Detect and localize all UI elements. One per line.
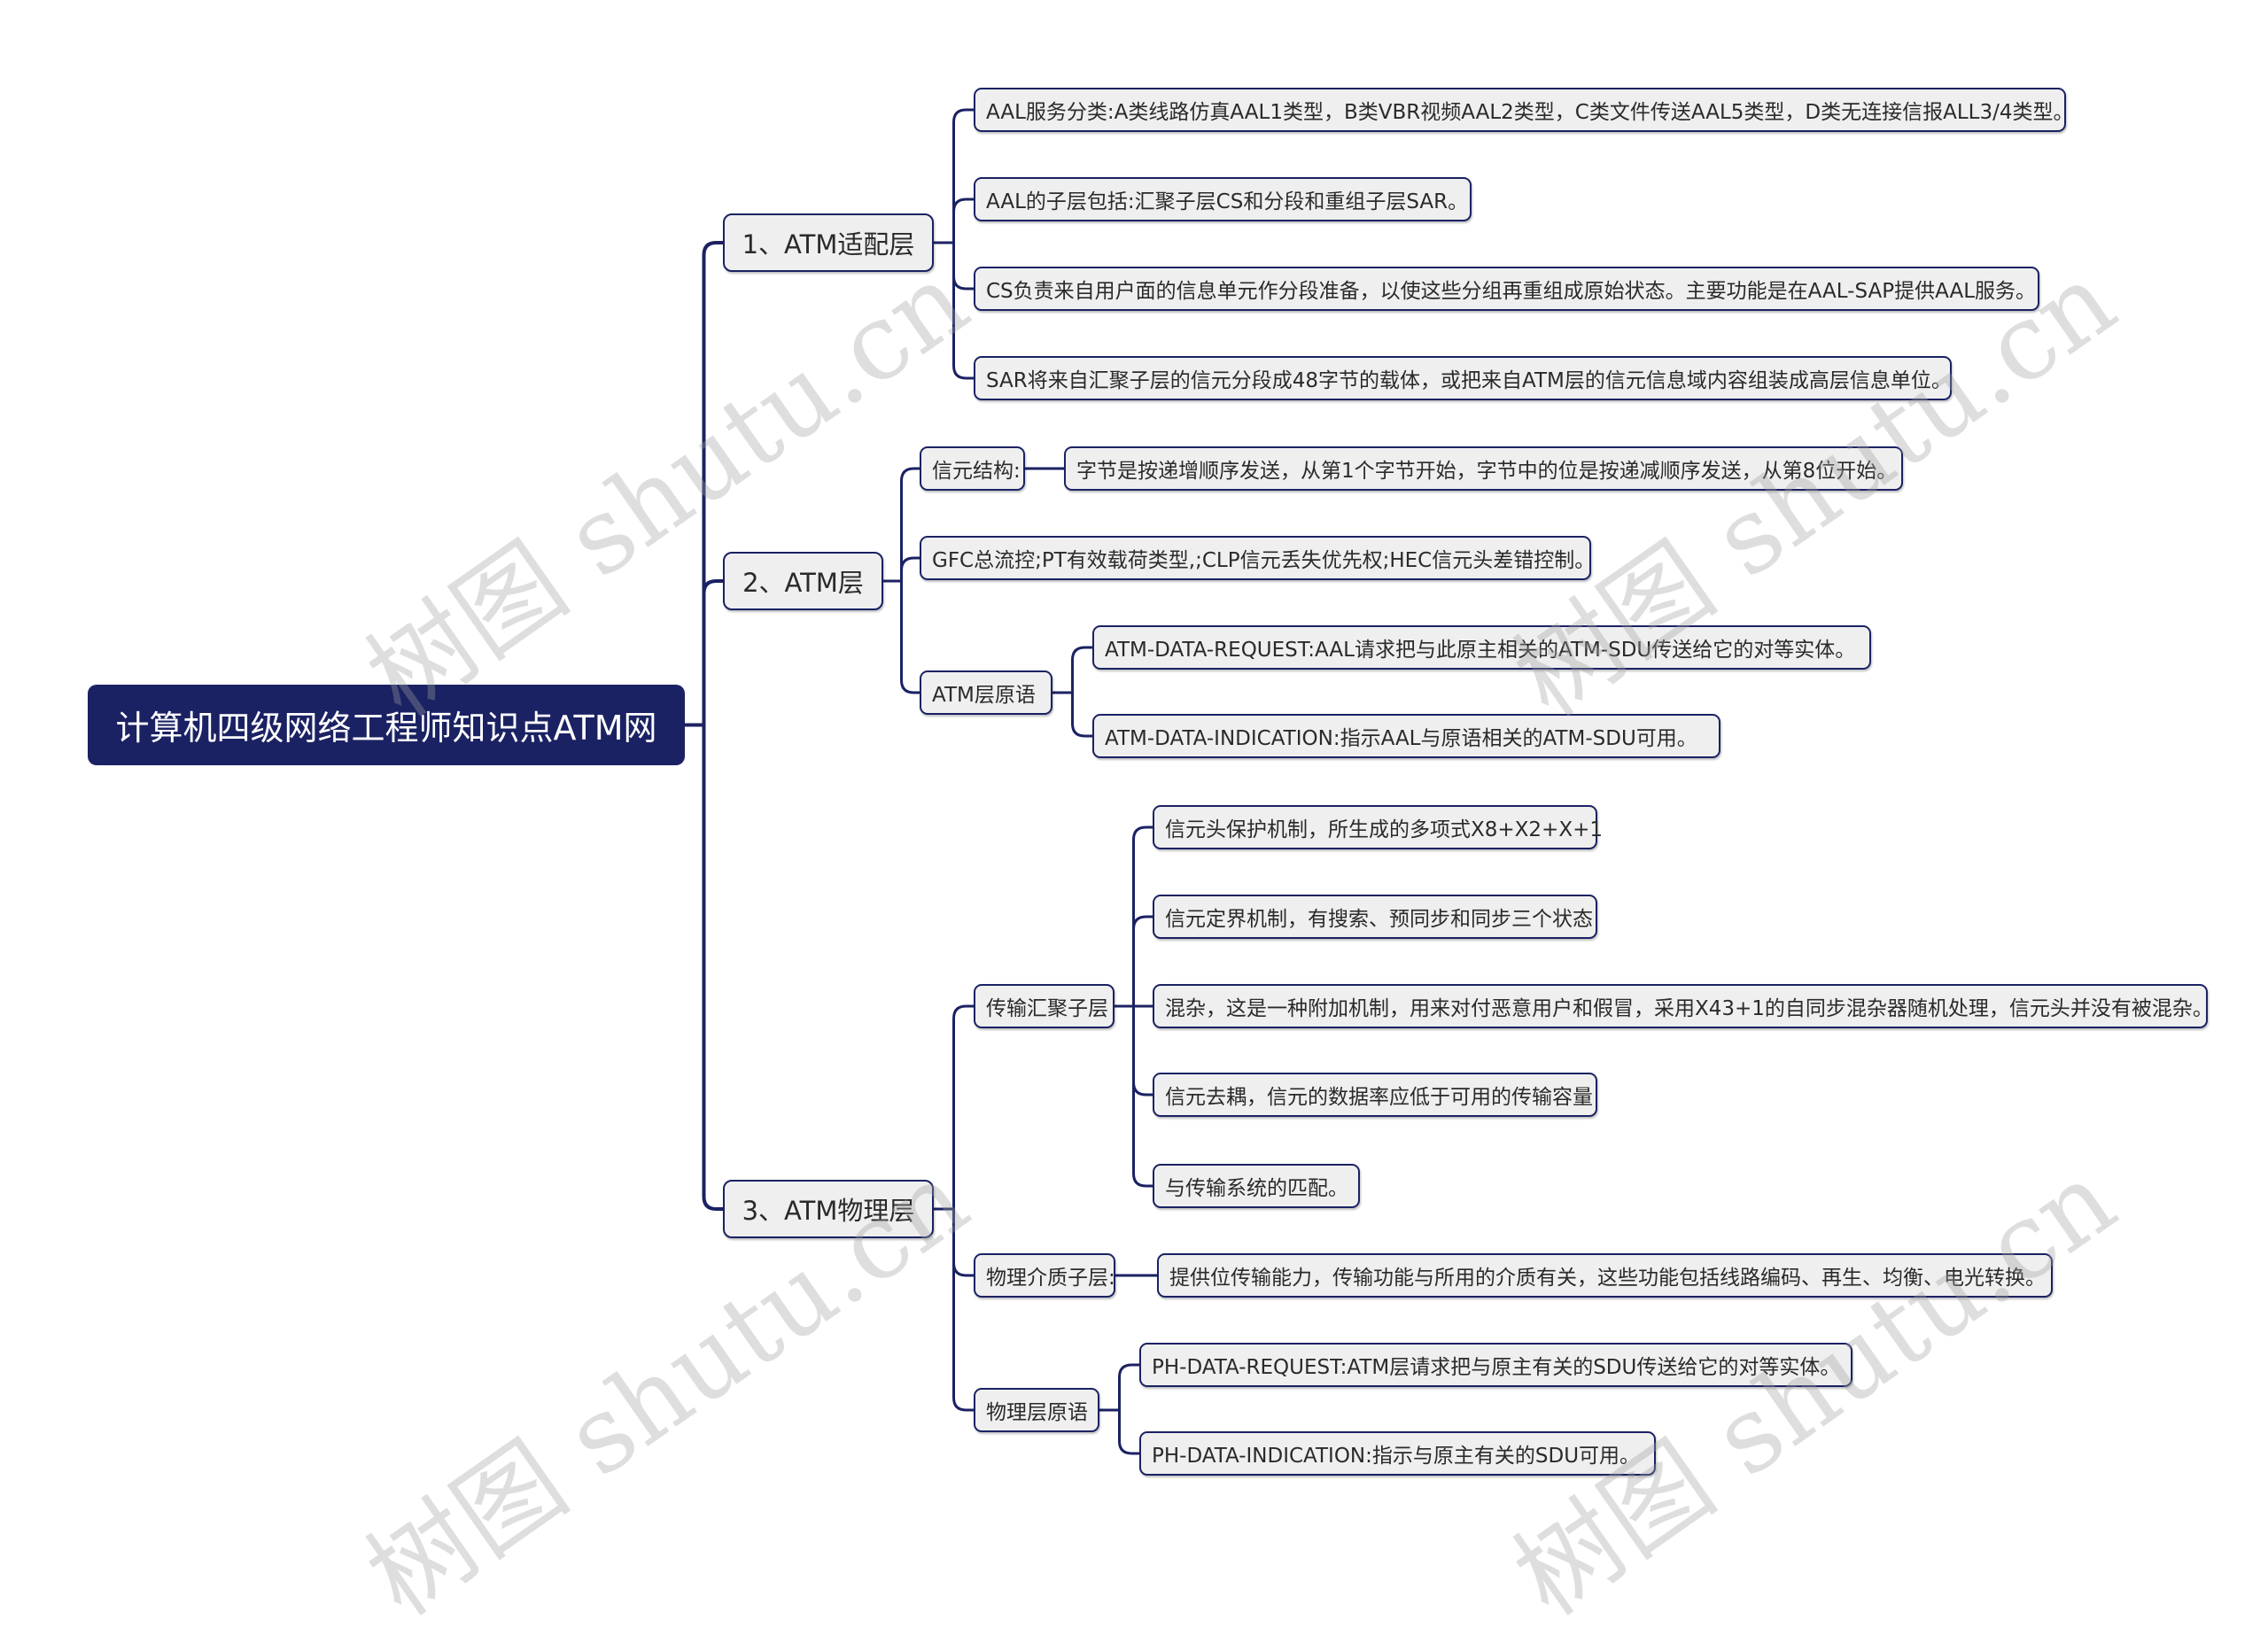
subtopic-physical-medium[interactable]: 物理介质子层: bbox=[974, 1253, 1115, 1298]
leaf-label: SAR将来自汇聚子层的信元分段成48字节的载体，或把来自ATM层的信元信息域内容… bbox=[986, 369, 1952, 392]
connector-n-b1 bbox=[883, 467, 920, 694]
branch-label: 1、ATM适配层 bbox=[742, 229, 915, 260]
leaf-label: CS负责来自用户面的信息单元作分段准备，以使这些分组再重组成原始状态。主要功能是… bbox=[986, 280, 2037, 303]
subtopic-cell-structure[interactable]: 信元结构: bbox=[920, 446, 1025, 491]
leaf-label: 物理层原语 bbox=[986, 1401, 1088, 1424]
leaf-atm-data-request[interactable]: ATM-DATA-REQUEST:AAL请求把与此原主相关的ATM-SDU传送给… bbox=[1092, 625, 1871, 670]
connector-n-root bbox=[685, 241, 723, 1211]
leaf-label: PH-DATA-INDICATION:指示与原主有关的SDU可用。 bbox=[1152, 1445, 1641, 1468]
leaf-label: 信元结构: bbox=[932, 460, 1021, 483]
connector-lines bbox=[685, 108, 1157, 1455]
leaf-cell-decoupling[interactable]: 信元去耦，信元的数据率应低于可用的传输容量 bbox=[1153, 1073, 1597, 1117]
branch-label: 3、ATM物理层 bbox=[742, 1196, 915, 1226]
leaf-atm-data-indication[interactable]: ATM-DATA-INDICATION:指示AAL与原语相关的ATM-SDU可用… bbox=[1092, 714, 1720, 758]
leaf-scrambling[interactable]: 混杂，这是一种附加机制，用来对付恶意用户和假冒，采用X43+1的自同步混杂器随机… bbox=[1153, 984, 2213, 1028]
leaf-sar-description[interactable]: SAR将来自汇聚子层的信元分段成48字节的载体，或把来自ATM层的信元信息域内容… bbox=[974, 356, 1952, 400]
leaf-label: 混杂，这是一种附加机制，用来对付恶意用户和假冒，采用X43+1的自同步混杂器随机… bbox=[1165, 997, 2213, 1020]
leaf-label: 字节是按递增顺序发送，从第1个字节开始，字节中的位是按递减顺序发送，从第8位开始… bbox=[1076, 460, 1898, 483]
leaf-label: 信元定界机制，有搜索、预同步和同步三个状态 bbox=[1165, 908, 1593, 931]
leaf-ph-data-request[interactable]: PH-DATA-REQUEST:ATM层请求把与原主有关的SDU传送给它的对等实… bbox=[1139, 1343, 1852, 1387]
leaf-label: 传输汇聚子层 bbox=[986, 997, 1108, 1020]
leaf-label: 信元头保护机制，所生成的多项式X8+X2+X+1 bbox=[1165, 818, 1603, 841]
leaf-label: GFC总流控;PT有效载荷类型,;CLP信元丢失优先权;HEC信元头差错控制。 bbox=[932, 549, 1596, 572]
leaf-aal-sublayers[interactable]: AAL的子层包括:汇聚子层CS和分段和重组子层SAR。 bbox=[974, 177, 1472, 221]
leaf-label: 信元去耦，信元的数据率应低于可用的传输容量 bbox=[1165, 1086, 1593, 1109]
leaf-transmission-matching[interactable]: 与传输系统的匹配。 bbox=[1153, 1164, 1360, 1208]
leaf-label: PH-DATA-REQUEST:ATM层请求把与原主有关的SDU传送给它的对等实… bbox=[1152, 1356, 1841, 1379]
root-topic[interactable]: 计算机四级网络工程师知识点ATM网 bbox=[88, 685, 685, 765]
connector-n-b2-0 bbox=[1115, 825, 1153, 1188]
leaf-ph-data-indication[interactable]: PH-DATA-INDICATION:指示与原主有关的SDU可用。 bbox=[1139, 1431, 1656, 1476]
leaf-hec-polynomial[interactable]: 信元头保护机制，所生成的多项式X8+X2+X+1 bbox=[1153, 805, 1603, 849]
leaf-cs-description[interactable]: CS负责来自用户面的信息单元作分段准备，以使这些分组再重组成原始状态。主要功能是… bbox=[974, 267, 2039, 311]
leaf-label: AAL服务分类:A类线路仿真AAL1类型，B类VBR视频AAL2类型，C类文件传… bbox=[986, 101, 2074, 124]
leaf-label: ATM-DATA-REQUEST:AAL请求把与此原主相关的ATM-SDU传送给… bbox=[1105, 639, 1856, 662]
leaf-label: 提供位传输能力，传输功能与所用的介质有关，这些功能包括线路编码、再生、均衡、电光… bbox=[1169, 1267, 2046, 1290]
connector-n-b2 bbox=[934, 1004, 974, 1412]
leaf-bit-transmission[interactable]: 提供位传输能力，传输功能与所用的介质有关，这些功能包括线路编码、再生、均衡、电光… bbox=[1157, 1253, 2053, 1298]
connector-n-b0 bbox=[934, 108, 974, 380]
branch-atm-adaptation-layer[interactable]: 1、ATM适配层 bbox=[723, 213, 934, 272]
connector-n-b2-2 bbox=[1099, 1363, 1139, 1455]
leaf-cell-delineation[interactable]: 信元定界机制，有搜索、预同步和同步三个状态 bbox=[1153, 895, 1597, 939]
leaf-byte-order[interactable]: 字节是按递增顺序发送，从第1个字节开始，字节中的位是按递减顺序发送，从第8位开始… bbox=[1064, 446, 1903, 491]
leaf-label: 物理介质子层: bbox=[986, 1267, 1115, 1290]
subtopic-physical-primitives[interactable]: 物理层原语 bbox=[974, 1388, 1099, 1432]
leaf-label: 与传输系统的匹配。 bbox=[1165, 1177, 1348, 1200]
leaf-aal-service-classes[interactable]: AAL服务分类:A类线路仿真AAL1类型，B类VBR视频AAL2类型，C类文件传… bbox=[974, 88, 2074, 132]
connector-n-b1-2 bbox=[1052, 646, 1092, 738]
leaf-label: ATM-DATA-INDICATION:指示AAL与原语相关的ATM-SDU可用… bbox=[1105, 727, 1697, 750]
subtopic-atm-layer-primitives[interactable]: ATM层原语 bbox=[920, 670, 1052, 715]
root-topic-label: 计算机四级网络工程师知识点ATM网 bbox=[115, 709, 657, 748]
branch-atm-layer[interactable]: 2、ATM层 bbox=[723, 552, 883, 610]
subtopic-transmission-convergence[interactable]: 传输汇聚子层 bbox=[974, 984, 1115, 1028]
branch-label: 2、ATM层 bbox=[742, 568, 864, 598]
branch-atm-physical-layer[interactable]: 3、ATM物理层 bbox=[723, 1180, 934, 1238]
leaf-label: AAL的子层包括:汇聚子层CS和分段和重组子层SAR。 bbox=[986, 190, 1469, 213]
leaf-header-fields[interactable]: GFC总流控;PT有效载荷类型,;CLP信元丢失优先权;HEC信元头差错控制。 bbox=[920, 536, 1595, 580]
leaf-label: ATM层原语 bbox=[932, 684, 1036, 707]
